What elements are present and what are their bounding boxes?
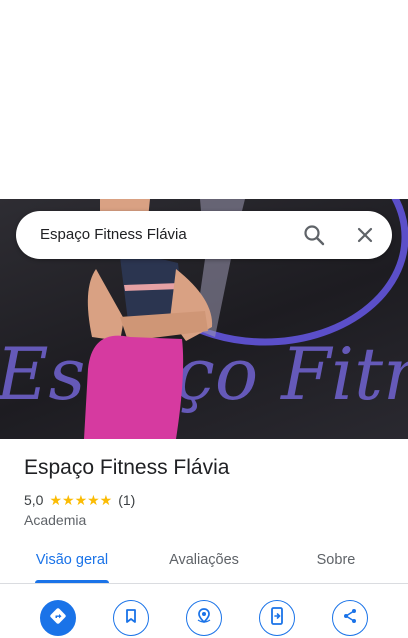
share-icon xyxy=(342,608,358,629)
bookmark-icon xyxy=(123,608,139,629)
share-button[interactable] xyxy=(332,600,368,636)
tab-about[interactable]: Sobre xyxy=(292,540,380,584)
search-icon[interactable] xyxy=(302,223,326,247)
directions-icon xyxy=(49,607,67,630)
send-to-phone-icon xyxy=(269,606,285,630)
close-icon[interactable] xyxy=(353,223,377,247)
tab-overview[interactable]: Visão geral xyxy=(24,540,120,584)
rating-row[interactable]: 5,0 ★★★★★ (1) xyxy=(24,491,135,509)
place-title: Espaço Fitness Flávia xyxy=(24,456,230,479)
wall-lettering: Espaço Fitness xyxy=(0,332,408,416)
review-count[interactable]: (1) xyxy=(118,492,135,508)
search-input[interactable]: Espaço Fitness Flávia xyxy=(40,211,187,259)
tab-bar: Visão geral Avaliações Sobre xyxy=(0,540,408,584)
nearby-icon xyxy=(195,607,213,630)
star-rating-icon: ★★★★★ xyxy=(49,491,113,508)
save-button[interactable] xyxy=(113,600,149,636)
directions-button[interactable] xyxy=(40,600,76,636)
search-bar[interactable]: Espaço Fitness Flávia xyxy=(16,211,392,259)
nearby-button[interactable] xyxy=(186,600,222,636)
tab-reviews[interactable]: Avaliações xyxy=(156,540,252,584)
place-category[interactable]: Academia xyxy=(24,512,86,528)
active-tab-indicator xyxy=(35,580,109,583)
send-to-phone-button[interactable] xyxy=(259,600,295,636)
map-blank-area xyxy=(0,0,408,199)
rating-value: 5,0 xyxy=(24,492,44,508)
action-bar xyxy=(0,598,408,638)
